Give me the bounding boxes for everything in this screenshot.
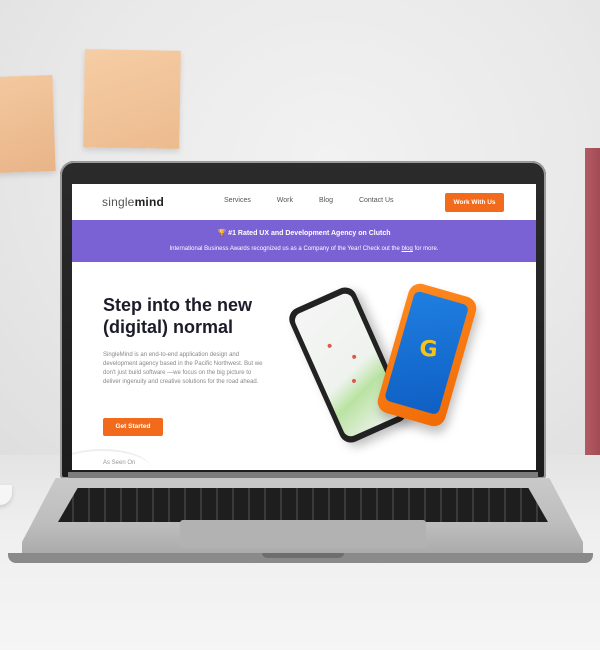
- red-book: [585, 148, 600, 460]
- app-screen: G: [383, 290, 470, 416]
- hero-title: Step into the new (digital) normal: [103, 295, 253, 337]
- banner-headline-text: #1 Rated UX and Development Agency on Cl…: [228, 230, 391, 237]
- banner-headline: 🏆 #1 Rated UX and Development Agency on …: [72, 229, 536, 237]
- banner-subtext-before: International Business Awards recognized…: [169, 246, 402, 252]
- laptop-keyboard: [58, 488, 548, 522]
- banner-subtext-after: for more.: [412, 246, 439, 252]
- nav-link-services[interactable]: Services: [224, 197, 251, 204]
- phone-mockup-app: G: [374, 280, 480, 430]
- announcement-banner: 🏆 #1 Rated UX and Development Agency on …: [72, 220, 536, 262]
- nav-links: Services Work Blog Contact Us: [224, 197, 418, 204]
- map-pin: [351, 354, 357, 360]
- sticky-note: [0, 74, 56, 174]
- logo-text-single: single: [102, 195, 135, 209]
- nav-link-contact[interactable]: Contact Us: [359, 197, 394, 204]
- work-with-us-button[interactable]: Work With Us: [445, 193, 504, 212]
- hero-description: SingleMind is an end-to-end application …: [103, 352, 263, 385]
- nav-link-work[interactable]: Work: [277, 197, 293, 204]
- trophy-icon: 🏆: [217, 230, 227, 237]
- map-pin: [326, 343, 333, 349]
- logo-text-mind: mind: [134, 195, 165, 209]
- laptop-trackpad: [180, 520, 426, 548]
- app-logo-icon: G: [418, 336, 439, 363]
- banner-subtext: International Business Awards recognized…: [72, 246, 536, 252]
- sticky-note: [83, 49, 181, 149]
- get-started-button[interactable]: Get Started: [103, 418, 163, 436]
- map-pin: [351, 378, 357, 384]
- blog-link[interactable]: blog: [402, 246, 413, 252]
- nav-link-blog[interactable]: Blog: [319, 197, 333, 204]
- as-seen-on-label: As Seen On: [103, 460, 136, 466]
- site-logo[interactable]: singlemind: [102, 195, 164, 209]
- laptop-notch: [262, 553, 344, 558]
- site-navbar: singlemind Services Work Blog Contact Us…: [72, 184, 536, 221]
- laptop-screen: singlemind Services Work Blog Contact Us…: [72, 184, 536, 470]
